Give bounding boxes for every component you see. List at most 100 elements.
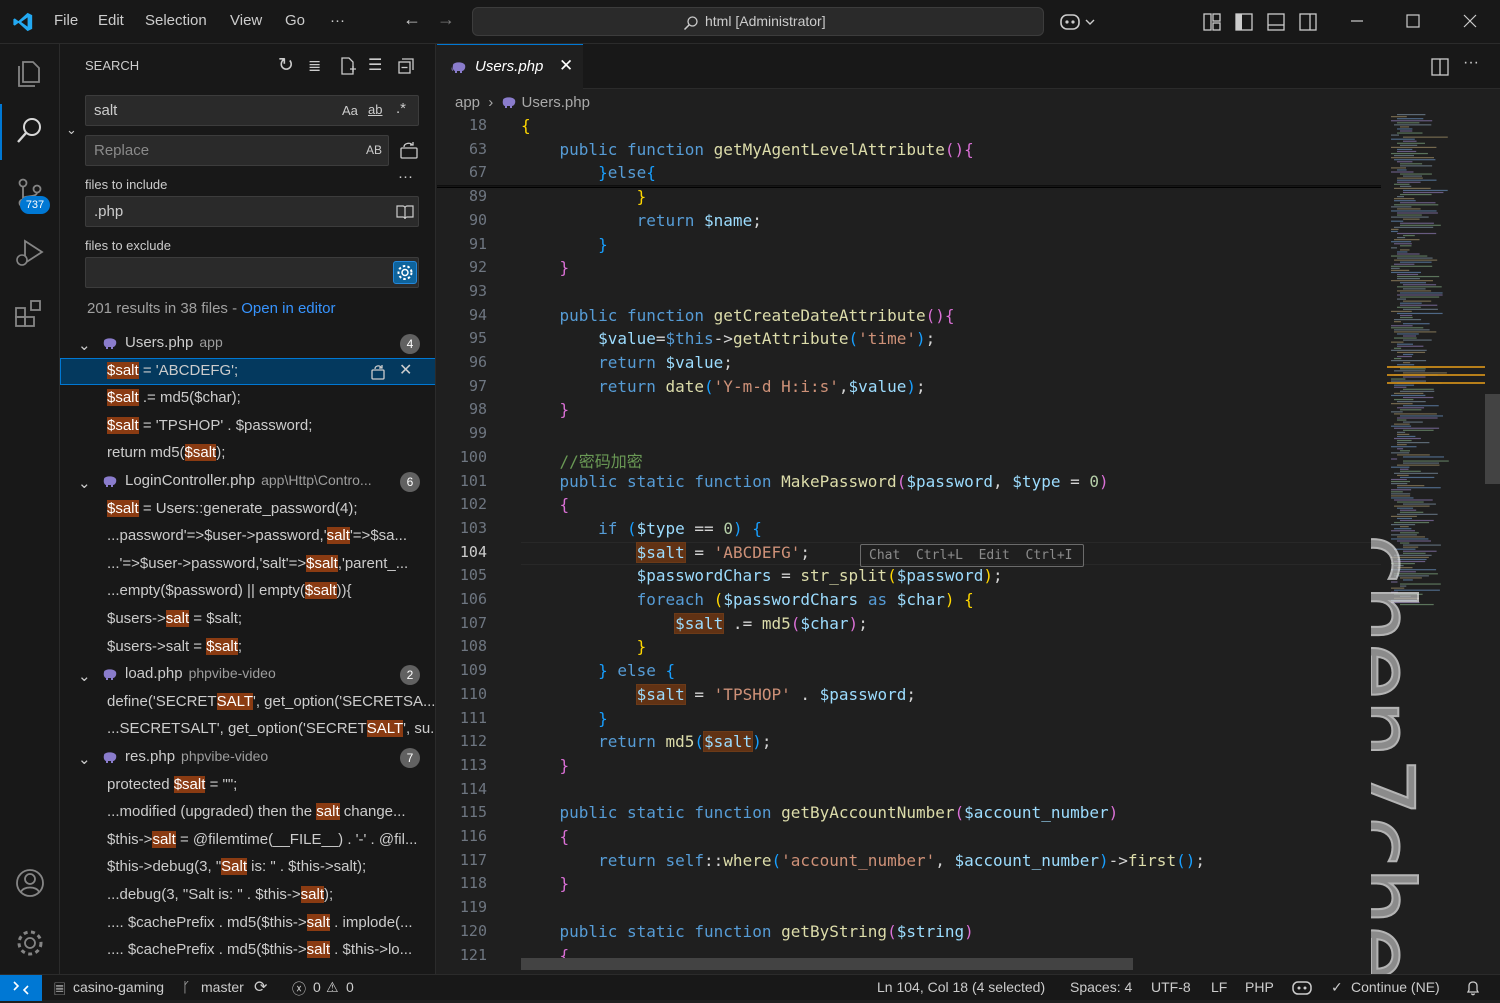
close-window-icon[interactable] xyxy=(1463,14,1477,28)
explorer-icon[interactable] xyxy=(13,56,47,90)
result-match[interactable]: return md5($salt); xyxy=(60,440,435,467)
code-line[interactable]: } xyxy=(521,874,570,893)
dismiss-match-icon[interactable]: ✕ xyxy=(399,360,412,380)
manage-gear-icon[interactable] xyxy=(13,926,47,960)
regex-toggle[interactable]: .* xyxy=(396,100,406,117)
menu-edit[interactable]: Edit xyxy=(98,12,124,29)
minimize-icon[interactable] xyxy=(1350,14,1364,28)
code-line[interactable]: { xyxy=(521,827,570,846)
toggle-secondary-sidebar-icon[interactable] xyxy=(1299,13,1317,31)
result-match[interactable]: ...modified (upgraded) then the salt cha… xyxy=(60,799,435,826)
code-line[interactable]: $value=$this->getAttribute('time'); xyxy=(521,329,935,348)
result-match[interactable]: define('SECRETSALT', get_option('SECRETS… xyxy=(60,689,435,716)
code-line[interactable]: foreach ($passwordChars as $char) { xyxy=(521,590,974,609)
tab-close-icon[interactable]: ✕ xyxy=(559,56,573,76)
end-of-line[interactable]: LF xyxy=(1211,979,1227,995)
copilot-status-icon[interactable] xyxy=(1292,980,1312,996)
new-search-editor-icon[interactable] xyxy=(339,57,357,75)
chevron-down-icon[interactable]: ⌄ xyxy=(78,336,91,354)
code-line[interactable]: $passwordChars = str_split($password); xyxy=(521,566,1003,585)
copilot-icon[interactable] xyxy=(1060,12,1096,32)
menu-selection[interactable]: Selection xyxy=(145,12,207,29)
code-line[interactable]: }else{ xyxy=(521,163,656,182)
language-mode[interactable]: PHP xyxy=(1245,979,1274,995)
code-line[interactable]: } xyxy=(521,187,647,206)
breadcrumb-folder[interactable]: app xyxy=(455,94,480,111)
code-line[interactable]: $salt .= md5($char); xyxy=(521,612,868,634)
result-match[interactable]: $users->salt = $salt; xyxy=(60,634,435,661)
result-match[interactable]: $this->salt = @filemtime(__FILE__) . '-'… xyxy=(60,827,435,854)
code-line[interactable]: return md5($salt); xyxy=(521,731,772,753)
code-line[interactable]: } xyxy=(521,258,570,277)
tab-users-php[interactable]: Users.php ✕ xyxy=(437,44,583,89)
match-case-toggle[interactable]: Aa xyxy=(342,103,358,118)
replace-input[interactable] xyxy=(94,142,334,159)
code-line[interactable]: return self::where('account_number', $ac… xyxy=(521,851,1205,870)
code-line[interactable]: return $name; xyxy=(521,211,762,230)
code-line[interactable]: public function getMyAgentLevelAttribute… xyxy=(521,140,974,159)
encoding[interactable]: UTF-8 xyxy=(1151,979,1191,995)
result-match[interactable]: $salt = Users::generate_password(4); xyxy=(60,496,435,523)
code-line[interactable]: if ($type == 0) { xyxy=(521,519,762,538)
result-match[interactable]: ...password'=>$user->password,'salt'=>$s… xyxy=(60,523,435,550)
notifications-bell-icon[interactable] xyxy=(1465,980,1481,996)
code-line[interactable]: public static function getByString($stri… xyxy=(521,922,974,941)
maximize-icon[interactable] xyxy=(1406,14,1420,28)
code-line[interactable]: { xyxy=(521,495,570,514)
code-line[interactable]: } xyxy=(521,709,608,728)
menu-file[interactable]: File xyxy=(54,12,78,29)
chevron-down-icon[interactable]: ⌄ xyxy=(78,667,91,685)
code-line[interactable]: public function getCreateDateAttribute()… xyxy=(521,306,955,325)
code-line[interactable]: $salt = 'ABCDEFG'; xyxy=(521,541,810,563)
command-center[interactable]: html [Administrator] xyxy=(472,7,1044,36)
accounts-icon[interactable] xyxy=(13,866,47,900)
code-line[interactable]: return date('Y-m-d H:i:s',$value); xyxy=(521,377,926,396)
result-match[interactable]: ...debug(3, "Salt is: " . $this->salt); xyxy=(60,882,435,909)
result-match[interactable]: protected $salt = ""; xyxy=(60,772,435,799)
open-in-editor-link[interactable]: Open in editor xyxy=(241,300,335,317)
inline-chat-hint[interactable]: Chat Ctrl+L Edit Ctrl+I xyxy=(860,544,1084,567)
result-match[interactable]: .... $cachePrefix . md5($this->salt . $t… xyxy=(60,937,435,964)
customize-layout-icon[interactable] xyxy=(1203,13,1221,31)
warnings-count[interactable]: 0 xyxy=(346,979,354,995)
editor-more-actions-icon[interactable]: ··· xyxy=(1463,54,1479,72)
code-line[interactable]: //密码加密 xyxy=(521,448,643,472)
menu-more[interactable]: ··· xyxy=(330,12,345,29)
code-line[interactable]: } xyxy=(521,235,608,254)
errors-count[interactable]: 0 xyxy=(313,979,321,995)
code-line[interactable]: } else { xyxy=(521,661,675,680)
toggle-primary-sidebar-icon[interactable] xyxy=(1235,13,1253,31)
extensions-icon[interactable] xyxy=(13,296,47,330)
result-match[interactable]: ...SECRETSALT', get_option('SECRETSALT',… xyxy=(60,716,435,743)
replace-all-icon[interactable] xyxy=(399,140,419,160)
search-view-icon[interactable] xyxy=(13,114,47,148)
collapse-all-icon[interactable] xyxy=(398,58,414,74)
result-match[interactable]: $salt = 'ABCDEFG'; ✕ xyxy=(60,357,435,385)
result-match[interactable]: ...'=>$user->password,'salt'=>$salt,'par… xyxy=(60,551,435,578)
toggle-replace-chevron-icon[interactable]: ⌄ xyxy=(66,122,77,138)
split-editor-icon[interactable] xyxy=(1431,58,1449,76)
result-file[interactable]: ⌄ Users.php app 4 xyxy=(60,330,435,357)
code-line[interactable]: } xyxy=(521,400,570,419)
remote-indicator[interactable] xyxy=(0,975,42,1001)
breadcrumb-file[interactable]: Users.php xyxy=(522,94,590,111)
search-input[interactable] xyxy=(94,102,334,119)
result-match[interactable]: $salt .= md5($char); xyxy=(60,385,435,412)
replace-match-icon[interactable] xyxy=(370,363,386,380)
chevron-down-icon[interactable]: ⌄ xyxy=(78,474,91,492)
scrollbar-thumb[interactable] xyxy=(1485,394,1500,484)
horizontal-scrollbar[interactable] xyxy=(521,958,1133,970)
exclude-input[interactable] xyxy=(94,264,334,281)
result-match[interactable]: ...empty($password) || empty($salt)){ xyxy=(60,578,435,605)
result-file[interactable]: ⌄ LoginController.php app\Http\Contro... 6 xyxy=(60,468,435,495)
sync-icon[interactable]: ⟳ xyxy=(254,977,267,997)
forward-arrow-icon[interactable]: → xyxy=(437,9,455,30)
code-line[interactable]: } xyxy=(521,637,647,656)
indentation[interactable]: Spaces: 4 xyxy=(1070,979,1132,995)
run-debug-icon[interactable] xyxy=(13,236,47,270)
match-whole-word-toggle[interactable]: ab xyxy=(368,102,382,117)
refresh-icon[interactable]: ↻ xyxy=(278,54,294,77)
code-line[interactable]: public static function MakePassword($pas… xyxy=(521,472,1109,491)
result-match[interactable]: $salt = 'TPSHOP' . $password; xyxy=(60,413,435,440)
search-open-editors-icon[interactable] xyxy=(396,204,414,220)
